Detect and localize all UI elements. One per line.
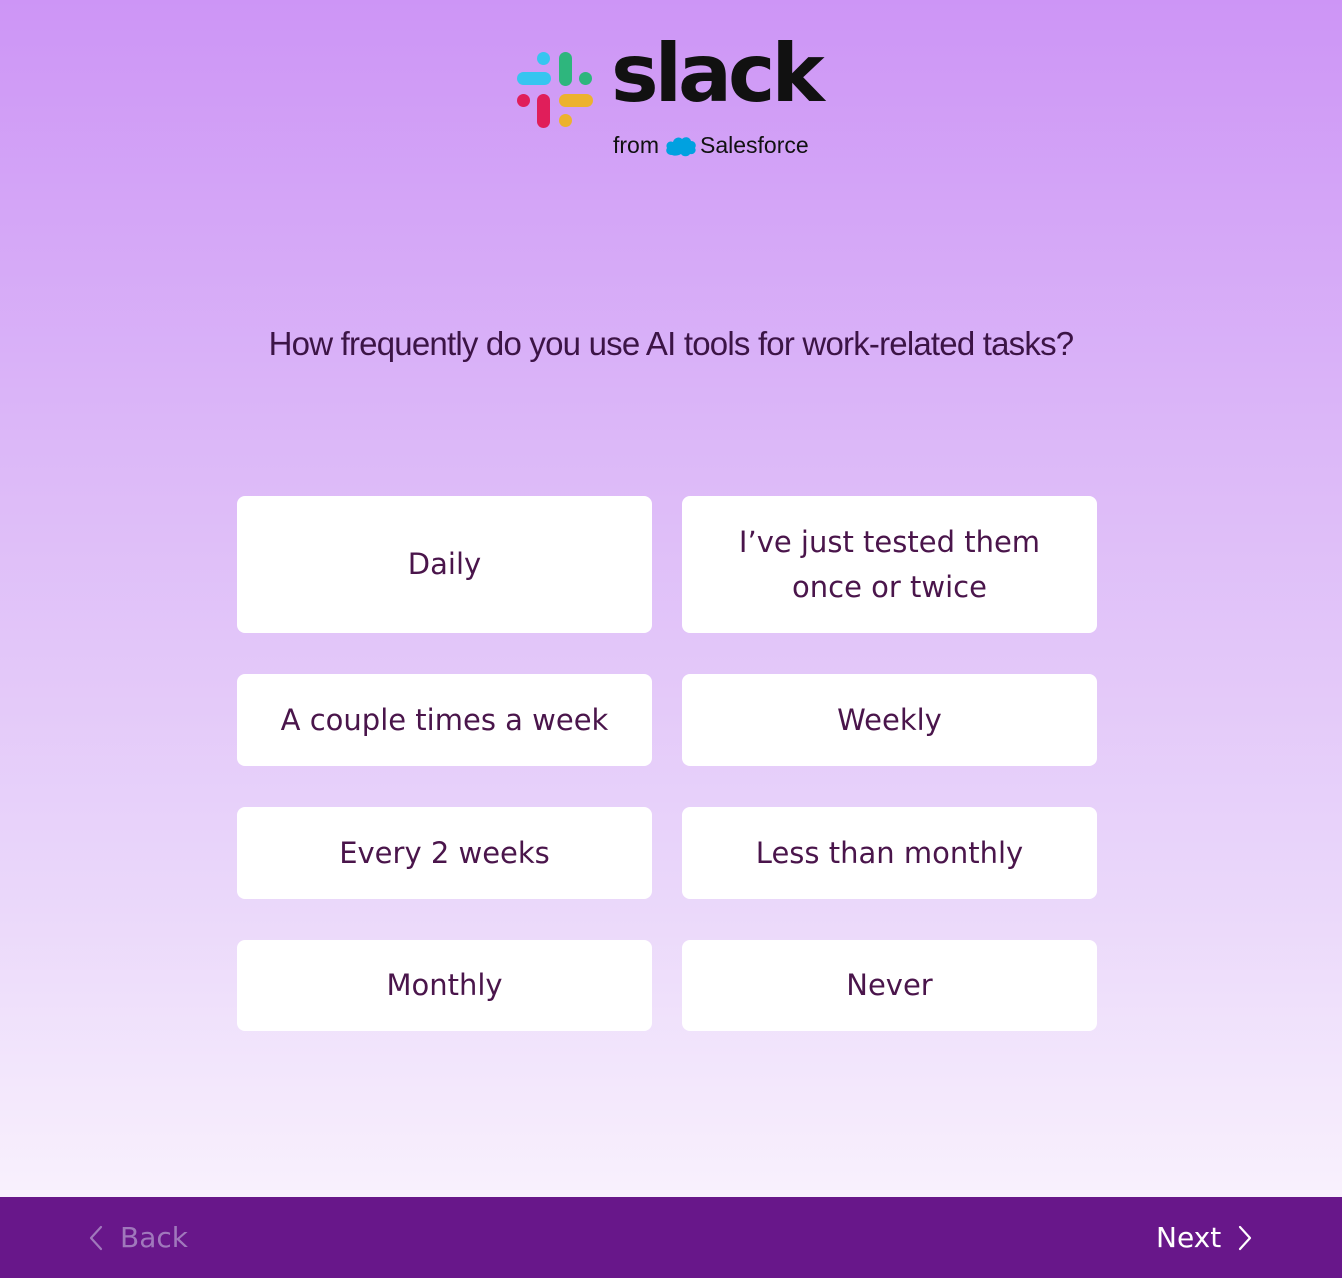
salesforce-text: Salesforce xyxy=(700,132,809,158)
next-label: Next xyxy=(1156,1221,1222,1254)
slack-logo-icon xyxy=(517,52,593,128)
option-label: Monthly xyxy=(386,968,503,1002)
option-weekly[interactable]: Weekly xyxy=(682,674,1097,766)
option-daily[interactable]: Daily xyxy=(237,496,652,633)
option-every-2-weeks[interactable]: Every 2 weeks xyxy=(237,807,652,899)
back-label: Back xyxy=(120,1221,188,1254)
option-label: I’ve just tested them once or twice xyxy=(738,524,1041,604)
option-tested-once-or-twice[interactable]: I’ve just tested them once or twice xyxy=(682,496,1097,633)
chevron-right-icon xyxy=(1239,1225,1252,1250)
option-label: Daily xyxy=(407,547,482,581)
back-button[interactable]: Back xyxy=(88,1197,188,1278)
option-monthly[interactable]: Monthly xyxy=(237,940,652,1031)
question-heading: How frequently do you use AI tools for w… xyxy=(268,325,1075,362)
option-less-than-monthly[interactable]: Less than monthly xyxy=(682,807,1097,899)
footer-nav-bar: Back Next xyxy=(0,1197,1342,1278)
chevron-left-icon xyxy=(89,1225,103,1250)
option-label: Never xyxy=(846,968,933,1002)
slack-wordmark: slack xyxy=(611,27,825,120)
from-text: from xyxy=(613,132,659,158)
slack-salesforce-logo: slack from Salesforce xyxy=(515,34,825,163)
option-label: A couple times a week xyxy=(280,702,609,737)
salesforce-cloud-icon xyxy=(666,136,696,156)
option-never[interactable]: Never xyxy=(682,940,1097,1031)
from-salesforce-tagline: from Salesforce xyxy=(613,132,809,159)
option-label: Weekly xyxy=(837,702,942,737)
survey-page: slack from Salesforce How frequently do … xyxy=(0,0,1342,1278)
option-label: Less than monthly xyxy=(755,835,1024,870)
option-couple-times-a-week[interactable]: A couple times a week xyxy=(237,674,652,766)
next-button[interactable]: Next xyxy=(1156,1197,1253,1278)
option-label: Every 2 weeks xyxy=(339,835,550,870)
